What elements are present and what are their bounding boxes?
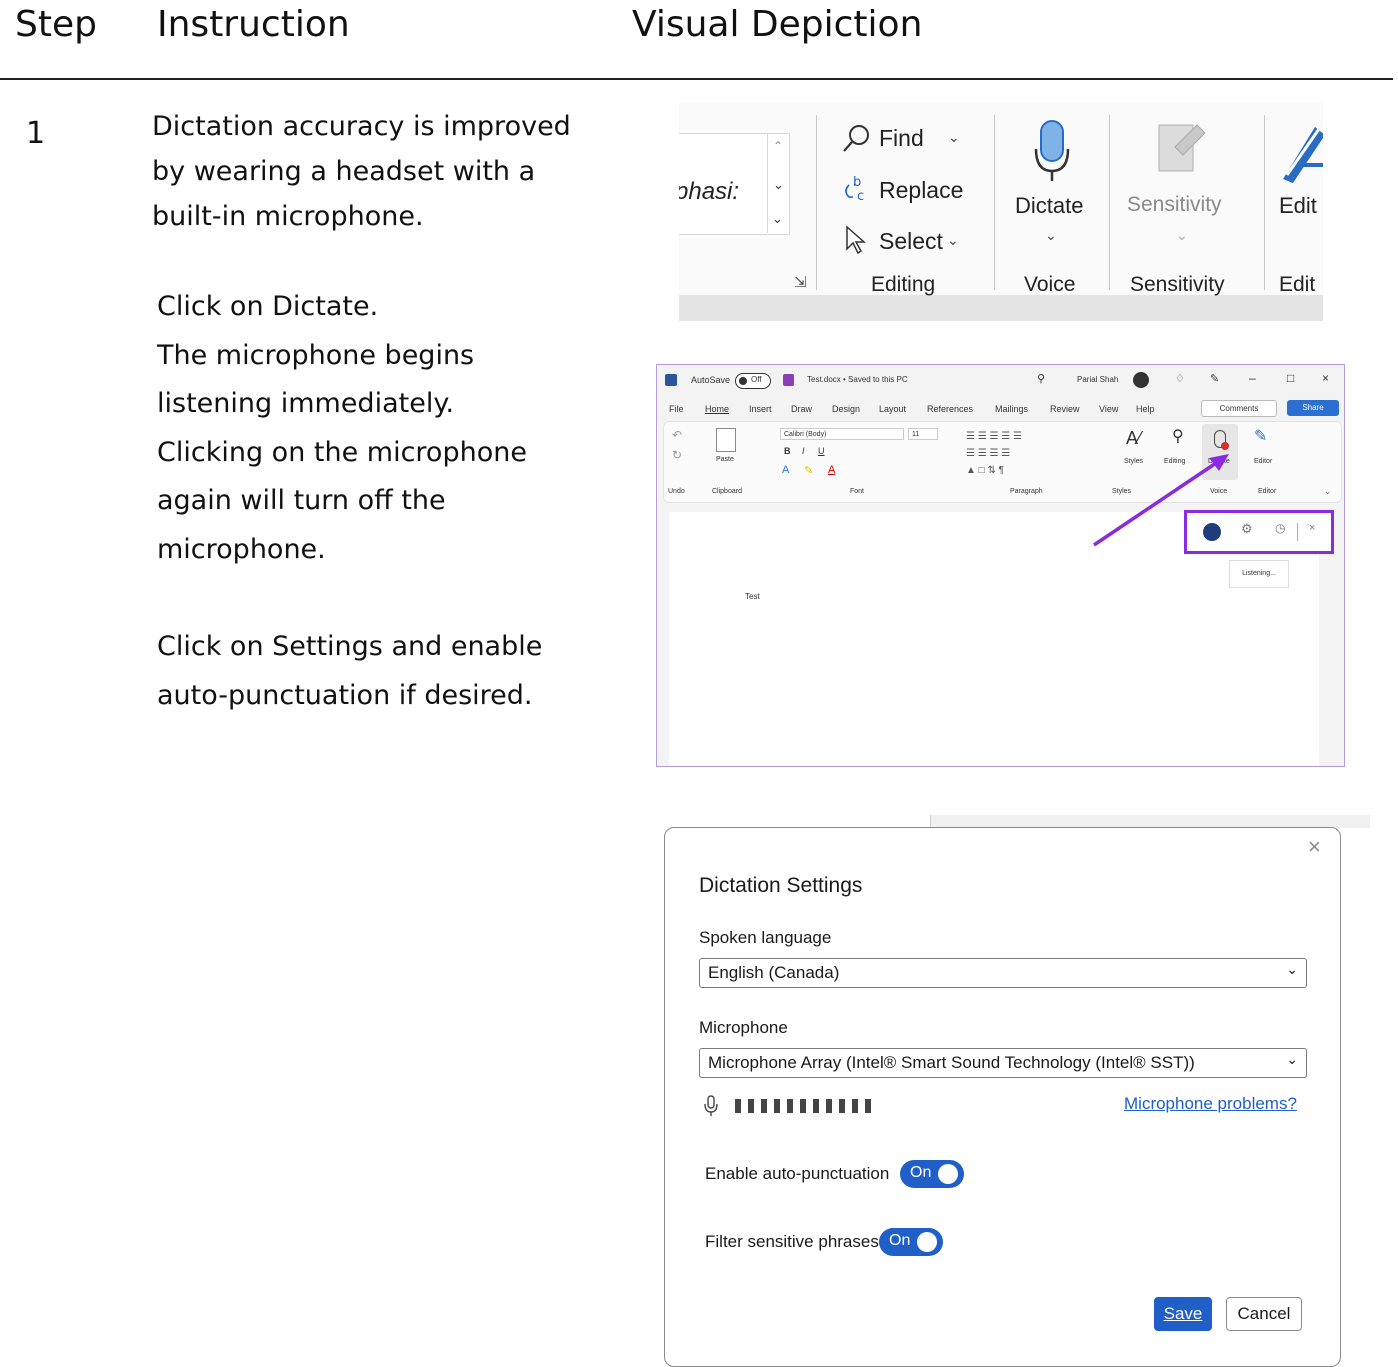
group-separator <box>1109 115 1110 290</box>
chevron-down-icon: ⌄ <box>948 129 960 145</box>
spoken-language-value: English (Canada) <box>708 963 840 982</box>
sensitivity-label: Sensitivity <box>1127 193 1222 216</box>
chevron-down-icon: ⌄ <box>1286 961 1298 977</box>
sensitivity-group-label: Sensitivity <box>1130 273 1225 296</box>
close-icon[interactable]: × <box>1308 834 1321 860</box>
ribbon-screenshot: phasi: ⌃ ⌄ ⌄ ⇲ Find ⌄ b c Replace Select… <box>679 103 1323 321</box>
text-line: listening immediately. <box>157 388 455 419</box>
auto-punctuation-toggle[interactable]: On <box>900 1160 964 1188</box>
text-line: Click on Settings and enable <box>157 631 543 662</box>
instruction-paragraph-3: Click on Settings and enable auto-punctu… <box>157 623 542 720</box>
step-number: 1 <box>26 116 46 151</box>
text-line: microphone. <box>157 533 326 565</box>
sensitivity-button[interactable]: Sensitivity ⌄ <box>1119 115 1239 265</box>
microphone-value: Microphone Array (Intel® Smart Sound Tec… <box>708 1053 1195 1072</box>
filter-sensitive-toggle[interactable]: On <box>879 1228 943 1256</box>
chevron-down-icon: ⌄ <box>947 232 959 248</box>
chevron-down-icon: ⌄ <box>1286 1051 1298 1067</box>
toggle-knob <box>938 1164 958 1184</box>
text-line: built-in microphone. <box>152 201 424 232</box>
toggle-knob <box>917 1232 937 1252</box>
mic-level-meter <box>735 1099 875 1113</box>
replace-label: Replace <box>879 177 964 203</box>
microphone-icon <box>704 1095 718 1116</box>
instruction-column-header: Instruction <box>157 4 350 45</box>
editor-group-label: Edit <box>1279 273 1316 296</box>
toggle-state: On <box>889 1232 911 1249</box>
microphone-label: Microphone <box>699 1018 788 1037</box>
chevron-down-icon[interactable]: ⌄ <box>773 177 784 193</box>
text-line: Dictation accuracy is improved <box>152 111 571 142</box>
annotation-arrow <box>1093 454 1229 547</box>
filter-sensitive-label: Filter sensitive phrases <box>705 1232 879 1251</box>
ribbon-bottom-shade <box>679 295 1323 321</box>
gallery-scroll: ⌃ ⌄ ⌄ <box>767 133 790 233</box>
group-separator <box>994 115 995 290</box>
instruction-paragraph-2: Click on Dictate. The microphone begins … <box>157 283 527 574</box>
svg-text:b: b <box>853 175 861 190</box>
spoken-language-select[interactable]: English (Canada) ⌄ <box>699 958 1307 988</box>
dictate-button[interactable]: Dictate ⌄ <box>1007 115 1097 265</box>
text-line: Clicking on the microphone <box>157 436 527 468</box>
microphone-select[interactable]: Microphone Array (Intel® Smart Sound Tec… <box>699 1048 1307 1078</box>
chevron-down-icon: ⌄ <box>1176 227 1188 243</box>
text-line: The microphone begins <box>157 339 475 371</box>
editor-label: Edit <box>1279 193 1317 218</box>
style-gallery-item[interactable]: phasi: <box>679 178 739 206</box>
word-window-screenshot: AutoSave Off Test.docx • Saved to this P… <box>656 364 1345 767</box>
svg-text:c: c <box>857 189 864 204</box>
group-separator <box>1264 115 1265 290</box>
spoken-language-label: Spoken language <box>699 928 832 947</box>
step-column-header: Step <box>15 4 97 45</box>
replace-icon: b c <box>845 175 864 204</box>
editor-pen-icon <box>1283 127 1323 183</box>
instruction-paragraph-1: Dictation accuracy is improved by wearin… <box>152 104 571 239</box>
find-label: Find <box>879 125 924 151</box>
voice-group-label: Voice <box>1024 273 1076 296</box>
editing-group-label: Editing <box>871 273 936 296</box>
group-separator <box>816 115 817 290</box>
dictation-settings-dialog: × Dictation Settings Spoken language Eng… <box>664 827 1341 1367</box>
cursor-icon <box>846 225 866 255</box>
chevron-up-icon[interactable]: ⌃ <box>773 139 783 153</box>
dictate-label: Dictate <box>1015 193 1084 218</box>
search-icon <box>843 125 869 152</box>
dialog-launcher-icon[interactable]: ⇲ <box>794 273 807 291</box>
sensitivity-label-icon <box>1158 124 1206 172</box>
editor-button[interactable]: Edit <box>1277 115 1323 265</box>
microphone-problems-link[interactable]: Microphone problems? <box>1124 1094 1297 1114</box>
save-button[interactable]: Save <box>1154 1297 1212 1331</box>
dialog-title: Dictation Settings <box>699 874 863 897</box>
text-line: auto-punctuation if desired. <box>157 679 533 711</box>
cancel-button[interactable]: Cancel <box>1226 1297 1302 1331</box>
auto-punctuation-label: Enable auto-punctuation <box>705 1164 890 1183</box>
text-line: by wearing a headset with a <box>152 156 536 187</box>
toggle-state: On <box>910 1164 932 1181</box>
header-divider <box>0 78 1393 80</box>
chevron-down-icon: ⌄ <box>1045 227 1057 243</box>
visual-column-header: Visual Depiction <box>632 4 923 45</box>
select-label: Select <box>879 228 943 254</box>
microphone-icon <box>1034 120 1070 181</box>
text-line: Click on Dictate. <box>157 291 379 322</box>
gallery-more-icon[interactable]: ⌄ <box>772 211 783 227</box>
text-line: again will turn off the <box>157 485 446 516</box>
